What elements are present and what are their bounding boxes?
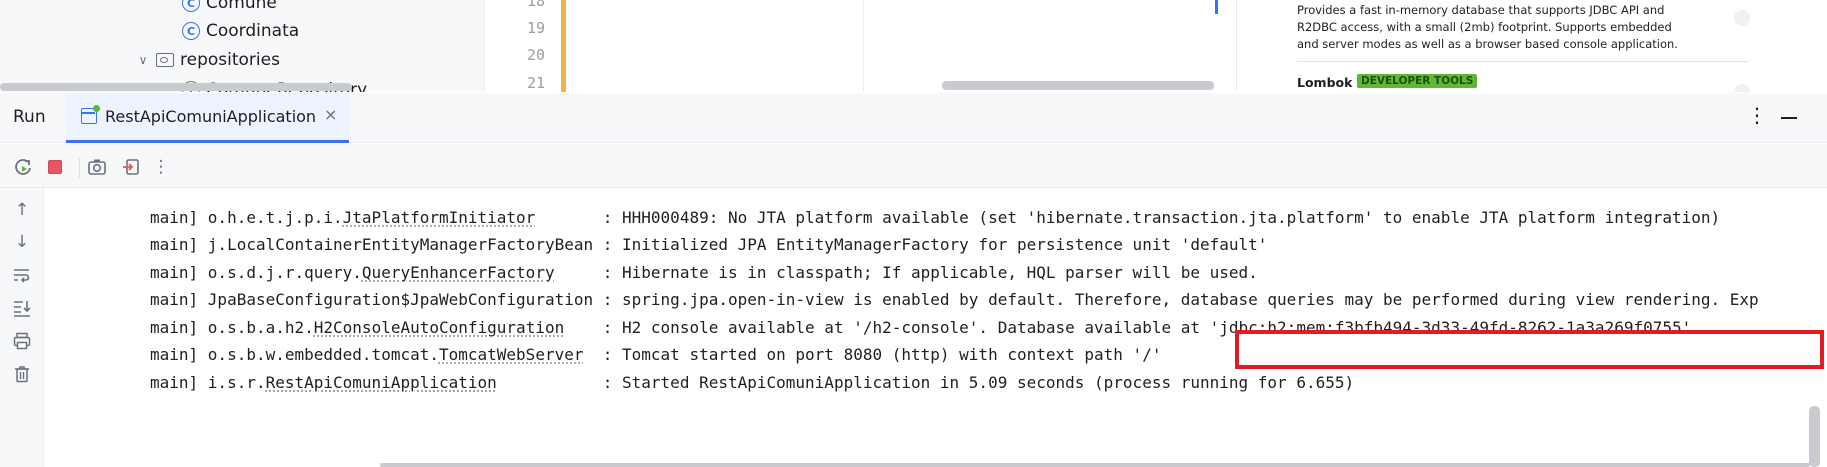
dependency-badge: DEVELOPER TOOLS [1357,74,1478,88]
logger-name[interactable]: o.s.b.a.h2.H2ConsoleAutoConfiguration [208,318,564,337]
log-separator: : [564,318,623,337]
console-vertical-scrollbar[interactable] [1809,406,1820,467]
console-horizontal-scrollbar[interactable] [380,463,1810,467]
log-line: main] i.s.r.RestApiComuniApplication : S… [150,372,1354,394]
stop-icon[interactable] [44,156,66,178]
logger-class-link[interactable]: H2ConsoleAutoConfiguration [314,318,564,337]
log-line: main] JpaBaseConfiguration$JpaWebConfigu… [150,289,1759,311]
dependency-name: Lombok [1297,75,1353,90]
thread-name: main] [150,345,208,364]
logger-name[interactable]: o.h.e.t.j.p.i.JtaPlatformInitiator [208,208,536,227]
log-separator: : [583,345,623,364]
console-output[interactable]: main] o.h.e.t.j.p.i.JtaPlatformInitiator… [45,188,1827,467]
tree-horizontal-scrollbar[interactable] [0,83,352,91]
soft-wrap-icon[interactable] [10,263,34,287]
dependency-description: Provides a fast in-memory database that … [1297,3,1678,51]
thread-name: main] [150,318,208,337]
package-folder-icon [156,53,174,67]
more-vertical-icon[interactable]: ⋮ [150,156,172,178]
tab-label: RestApiComuniApplication [105,107,317,126]
tree-item-coordinata[interactable]: C Coordinata [182,18,299,44]
tree-item-repositories[interactable]: ∨ repositories [134,47,280,73]
divider [1297,61,1749,62]
tree-item-label: repositories [180,50,280,70]
logger-name[interactable]: o.s.d.j.r.query.QueryEnhancerFactory [208,263,555,282]
project-tree[interactable]: C Comune C Coordinata ∨ repositories I C… [0,0,485,92]
line-number: 19 [526,19,545,37]
line-number: 20 [526,46,545,64]
more-vertical-icon[interactable]: ⋮ [1747,103,1767,127]
log-message: Hibernate is in classpath; If applicable… [622,263,1258,282]
dependencies-panel: Provides a fast in-memory database that … [1237,0,1827,92]
arrow-up-icon[interactable]: ↑ [10,198,34,222]
run-toolbar: ⋮ [0,144,1827,188]
log-separator: : [554,263,623,282]
logger-class-link[interactable]: RestApiComuniApplication [266,373,497,392]
class-icon: C [182,22,200,40]
jdbc-url-highlight-box [1235,330,1824,369]
running-indicator-icon [93,105,100,112]
screenshot-icon[interactable] [86,156,108,178]
top-panels: C Comune C Coordinata ∨ repositories I C… [0,0,1827,92]
editor-horizontal-scrollbar[interactable] [942,81,1214,90]
log-line: main] j.LocalContainerEntityManagerFacto… [150,234,1267,256]
log-message: HHH000489: No JTA platform available (se… [622,208,1721,227]
editor-gutter[interactable]: 18 19 20 21 [485,0,864,92]
log-message: Initialized JPA EntityManagerFactory for… [622,235,1268,254]
toolbar-separator [79,158,80,178]
line-number: 18 [526,0,545,10]
arrow-down-icon[interactable]: ↓ [10,230,34,254]
exit-icon[interactable] [120,156,142,178]
print-icon[interactable] [10,329,34,353]
log-separator: : [496,373,623,392]
toggle-knob[interactable] [1734,84,1750,92]
log-message: Tomcat started on port 8080 (http) with … [622,345,1162,364]
logger-class-link[interactable]: QueryEnhancerFactory [362,263,555,282]
thread-name: main] [150,208,208,227]
logger-name[interactable]: JpaBaseConfiguration$JpaWebConfiguration [208,290,593,309]
run-window-header: Run RestApiComuniApplication × ⋮ [0,93,1827,143]
line-number: 21 [526,74,545,92]
tree-item-label: Coordinata [206,21,300,41]
vcs-change-marker[interactable] [561,0,566,92]
log-message: Started RestApiComuniApplication in 5.09… [622,373,1355,392]
log-separator: : [593,235,623,254]
tree-item-comune[interactable]: C Comune [182,0,277,16]
scroll-marker [1215,0,1218,14]
logger-class-link[interactable]: TomcatWebServer [439,345,584,364]
log-separator: : [593,290,623,309]
close-icon[interactable]: × [324,105,337,124]
log-message: spring.jpa.open-in-view is enabled by de… [622,290,1759,309]
chevron-down-icon[interactable]: ∨ [134,53,152,67]
thread-name: main] [150,290,208,309]
log-line: main] o.s.d.j.r.query.QueryEnhancerFacto… [150,262,1258,284]
class-icon: C [182,0,200,12]
logger-name[interactable]: i.s.r.RestApiComuniApplication [208,373,497,392]
scroll-to-end-icon[interactable] [10,296,34,320]
minimize-icon[interactable] [1781,117,1797,119]
thread-name: main] [150,235,208,254]
log-line: main] o.h.e.t.j.p.i.JtaPlatformInitiator… [150,207,1720,229]
thread-name: main] [150,263,208,282]
logger-class-link[interactable]: JtaPlatformInitiator [343,208,536,227]
tab-run-configuration[interactable]: RestApiComuniApplication × [66,93,349,143]
console-sidebar: ↑ ↓ [0,188,44,467]
trash-icon[interactable] [10,362,34,386]
logger-name[interactable]: j.LocalContainerEntityManagerFactoryBean [208,235,593,254]
log-separator: : [535,208,623,227]
editor-pane[interactable] [864,0,1237,92]
toggle-knob[interactable] [1734,10,1750,26]
active-tab-indicator [66,140,349,143]
run-window-title: Run [13,107,46,127]
log-line: main] o.s.b.w.embedded.tomcat.TomcatWebS… [150,344,1161,366]
rerun-icon[interactable] [12,156,34,178]
logger-name[interactable]: o.s.b.w.embedded.tomcat.TomcatWebServer [208,345,584,364]
tree-item-label: Comune [206,0,277,13]
thread-name: main] [150,373,208,392]
